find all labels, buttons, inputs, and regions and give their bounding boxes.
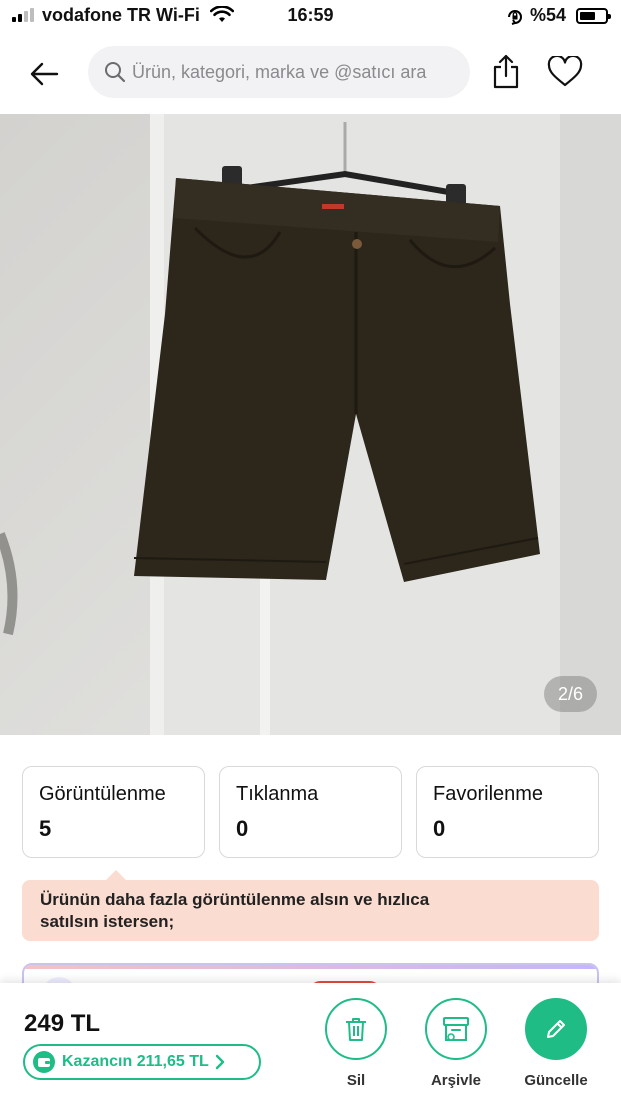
search-icon [105,62,126,83]
delete-label: Sil [346,1072,366,1089]
heart-icon [547,56,583,87]
search-bar[interactable] [88,46,470,98]
pencil-icon [547,1020,565,1038]
stat-views: Görüntülenme 5 [22,766,205,858]
stat-label: Görüntülenme [39,783,166,805]
promo-text-line1: Ürünün daha fazla görüntülenme alsın ve … [40,890,430,909]
share-button[interactable] [488,52,524,92]
stats-row: Görüntülenme 5 Tıklanma 0 Favorilenme 0 [22,766,599,858]
product-image [0,114,621,735]
status-bar: vodafone TR Wi-Fi 16:59 %54 [0,0,621,34]
archive-button[interactable]: Arşivle [411,998,501,1089]
update-circle[interactable] [525,998,587,1060]
battery-icon [576,8,611,24]
stat-favorites: Favorilenme 0 [416,766,599,858]
product-price: 249 TL [24,1010,101,1037]
orientation-lock-icon [508,10,522,25]
promo-banner: Ürünün daha fazla görüntülenme alsın ve … [22,880,599,941]
trash-icon [346,1018,366,1041]
update-label: Güncelle [524,1072,588,1089]
status-time: 16:59 [287,5,334,25]
favorite-button[interactable] [544,52,586,92]
stat-clicks: Tıklanma 0 [219,766,402,858]
stat-label: Favorilenme [433,783,544,805]
archive-circle[interactable] [425,998,487,1060]
wallet-icon [33,1051,55,1073]
stat-label: Tıklanma [236,783,319,805]
back-button[interactable] [22,54,66,94]
archive-label: Arşivle [430,1072,482,1089]
photo-counter: 2/6 [543,676,597,712]
top-header [0,34,621,114]
earnings-text: Kazancın 211,65 TL [62,1053,209,1070]
stat-value: 5 [39,816,52,841]
bottom-action-bar: 249 TL Kazancın 211,65 TL Sil Arşivle Gü… [0,983,621,1104]
delete-button[interactable]: Sil [311,998,401,1089]
search-input[interactable] [132,61,462,83]
chevron-right-icon [215,1054,224,1070]
archive-icon [443,1017,469,1041]
arrow-left-icon [30,62,59,86]
stat-value: 0 [433,816,446,841]
delete-circle[interactable] [325,998,387,1060]
promo-text-line2: satılsın istersen; [40,912,175,931]
update-button[interactable]: Güncelle [511,998,601,1089]
earnings-button[interactable]: Kazancın 211,65 TL [23,1044,261,1080]
stat-value: 0 [236,816,249,841]
card-gradient [24,965,597,969]
share-icon [493,54,519,89]
product-photo[interactable]: 2/6 [0,114,621,735]
battery-percentage: %54 [530,5,567,25]
